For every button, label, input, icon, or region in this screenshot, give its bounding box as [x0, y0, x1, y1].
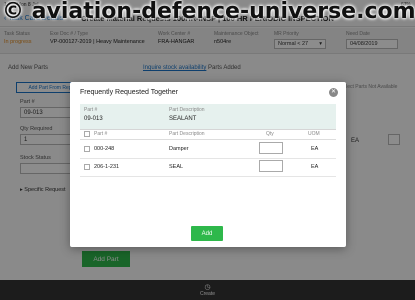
- close-icon[interactable]: ✕: [329, 88, 338, 97]
- add-button[interactable]: Add: [191, 226, 223, 241]
- row-checkbox[interactable]: [84, 146, 90, 152]
- selected-part-summary: Part # 09-013 Part Description SEALANT: [80, 104, 336, 130]
- qty-input[interactable]: [259, 160, 283, 172]
- selected-part-number: 09-013: [84, 116, 103, 122]
- row-checkbox[interactable]: [84, 164, 90, 170]
- select-all-checkbox[interactable]: [84, 131, 90, 137]
- table-header: Part # Part Description Qty UOM: [80, 128, 336, 140]
- frequently-requested-modal: Frequently Requested Together ✕ Part # 0…: [70, 82, 346, 247]
- table-row: 000-248 Damper EA: [80, 141, 336, 159]
- table-row: 206-1-231 SEAL EA: [80, 159, 336, 177]
- qty-input[interactable]: [259, 142, 283, 154]
- selected-part-description: SEALANT: [169, 116, 197, 122]
- modal-title: Frequently Requested Together: [80, 89, 178, 96]
